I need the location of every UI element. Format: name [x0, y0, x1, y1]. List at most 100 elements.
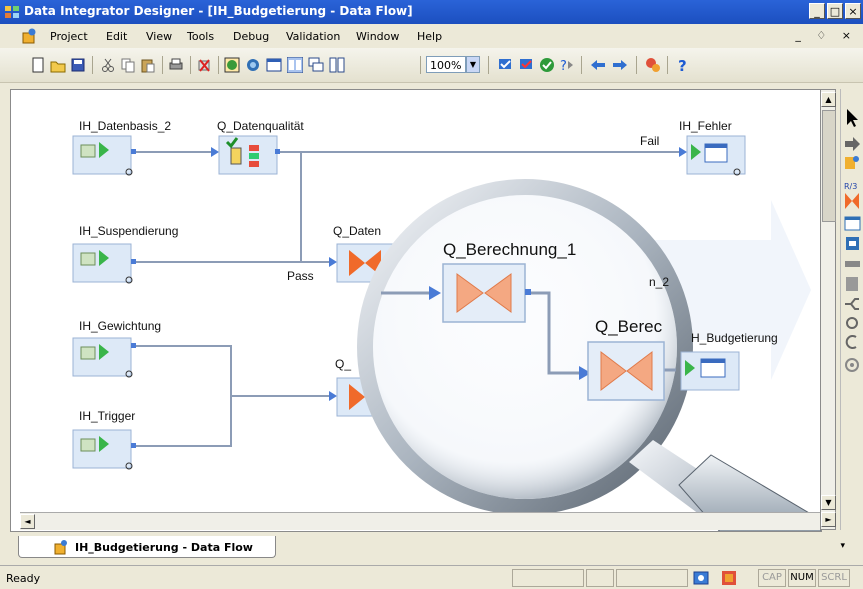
toolbar-separator: [190, 56, 191, 74]
menu-help[interactable]: Help: [417, 30, 442, 43]
app-icon: [5, 6, 19, 18]
minimize-button[interactable]: _: [809, 3, 825, 19]
node-label-gewichtung: IH_Gewichtung: [79, 319, 161, 333]
menu-edit[interactable]: Edit: [106, 30, 127, 43]
validation-node-datenqualitaet[interactable]: [218, 135, 280, 175]
document-icon[interactable]: [20, 27, 38, 45]
window-title: Data Integrator Designer - [IH_Budgetier…: [24, 4, 413, 18]
forward-arrow-icon[interactable]: [612, 57, 628, 73]
toolbar-separator: [636, 56, 637, 74]
paste-icon[interactable]: [140, 57, 156, 73]
node-label-datenbasis: IH_Datenbasis_2: [79, 119, 171, 133]
source-node-datenbasis[interactable]: [72, 135, 136, 176]
tile-icon[interactable]: [329, 57, 345, 73]
toolbar-separator: [162, 56, 163, 74]
r3-tool-icon[interactable]: R/3: [844, 182, 857, 191]
back-arrow-icon[interactable]: [590, 57, 606, 73]
help-icon[interactable]: ?: [675, 57, 691, 73]
svg-text:?: ?: [560, 59, 567, 73]
query-tool-icon[interactable]: [845, 193, 859, 209]
panes-icon[interactable]: [287, 57, 303, 73]
key-tool-icon[interactable]: [845, 261, 860, 267]
link-label-pass: Pass: [287, 269, 314, 283]
menu-project[interactable]: Project: [50, 30, 88, 43]
menu-validation[interactable]: Validation: [286, 30, 340, 43]
horizontal-scrollbar[interactable]: ◄: [20, 512, 820, 530]
note-tool-icon[interactable]: [846, 277, 858, 291]
node-label-q-partial: Q_: [335, 357, 351, 371]
template-tool-icon[interactable]: [846, 237, 859, 250]
toolbar-separator: [92, 56, 93, 74]
menu-view[interactable]: View: [146, 30, 172, 43]
data-flow-canvas[interactable]: Fail Pass IH_Datenbasis_2 Q_Datenqualitä…: [10, 89, 822, 532]
window-icon[interactable]: [266, 57, 282, 73]
open-icon[interactable]: [50, 57, 66, 73]
node-label-q-berec: Q_Berec: [595, 317, 663, 336]
node-label-fehler: IH_Fehler: [679, 119, 732, 133]
cascade-icon[interactable]: [308, 57, 324, 73]
validate-icon[interactable]: [224, 57, 240, 73]
pointer-tool-icon[interactable]: [847, 109, 858, 127]
menu-tools[interactable]: Tools: [187, 30, 214, 43]
source-node-gewichtung[interactable]: [72, 337, 136, 378]
delete-object-icon[interactable]: [196, 57, 212, 73]
check-in-icon[interactable]: [497, 57, 513, 73]
print-icon[interactable]: [168, 57, 184, 73]
monitor-icon[interactable]: [692, 569, 710, 587]
case-tool-icon[interactable]: [845, 298, 859, 310]
menu-debug[interactable]: Debug: [233, 30, 269, 43]
status-panel: [616, 569, 688, 587]
link-label-fail: Fail: [640, 134, 659, 148]
node-label-datenqualitaet: Q_Datenqualität: [217, 119, 304, 133]
maximize-button[interactable]: □: [827, 3, 843, 19]
node-label-trigger: IH_Trigger: [79, 409, 135, 423]
scroll-lock-indicator: SCRL: [818, 569, 850, 587]
validation-tool-icon[interactable]: [845, 335, 857, 349]
close-button[interactable]: ×: [845, 3, 861, 19]
tab-ih-budgetierung[interactable]: IH_Budgetierung - Data Flow: [18, 536, 276, 558]
data-flow-diagram: Fail Pass IH_Datenbasis_2 Q_Datenqualitä…: [72, 119, 821, 531]
new-icon[interactable]: [30, 57, 46, 73]
help-pointer-icon[interactable]: ?: [558, 57, 574, 73]
scroll-up-icon[interactable]: ▲: [821, 92, 836, 107]
source-node-suspendierung[interactable]: [72, 243, 136, 284]
tool-palette: R/3: [840, 89, 863, 530]
toolbar-separator: [218, 56, 219, 74]
zoom-dropdown-icon[interactable]: ▼: [466, 56, 480, 73]
save-all-icon[interactable]: [70, 57, 86, 73]
source-node-trigger[interactable]: [72, 429, 136, 470]
menu-window[interactable]: Window: [356, 30, 399, 43]
mdi-controls[interactable]: _ ♢ ×: [795, 29, 857, 42]
scroll-left-icon[interactable]: ◄: [20, 514, 35, 529]
merge-tool-icon[interactable]: [846, 317, 858, 329]
cut-icon[interactable]: [100, 57, 116, 73]
toolbar-separator: [488, 56, 489, 74]
datastore-icon[interactable]: [245, 57, 261, 73]
tab-menu-icon[interactable]: ▾: [840, 541, 845, 551]
status-text: Ready: [6, 572, 41, 585]
scroll-down-icon[interactable]: ▼: [821, 495, 836, 510]
vertical-scrollbar[interactable]: ▲ ▼ ►: [820, 89, 836, 530]
check-out-icon[interactable]: [518, 57, 534, 73]
target-node-fehler[interactable]: [686, 135, 746, 176]
node-label-q-berechnung-1: Q_Berechnung_1: [443, 240, 576, 259]
repository-icon[interactable]: [720, 569, 738, 587]
zoom-input[interactable]: 100%: [426, 56, 466, 73]
project-tool-icon[interactable]: [845, 156, 859, 169]
status-panel: [512, 569, 584, 587]
num-lock-indicator: NUM: [788, 569, 816, 587]
table-tool-icon[interactable]: [844, 216, 861, 231]
validate-all-icon[interactable]: [539, 57, 555, 73]
script-tool-icon[interactable]: [845, 358, 859, 372]
toolbar-separator: [420, 56, 421, 74]
central-repo-icon[interactable]: [645, 57, 661, 73]
target-node-budgetierung[interactable]: [680, 351, 740, 391]
scroll-right-icon[interactable]: ►: [821, 512, 836, 527]
arrow-tool-icon[interactable]: [845, 137, 860, 151]
vertical-scroll-thumb[interactable]: [822, 110, 836, 222]
svg-text:?: ?: [678, 57, 687, 73]
document-tab-strip: IH_Budgetierung - Data Flow ▾: [0, 533, 863, 563]
status-bar: Ready CAP NUM SCRL: [0, 565, 863, 589]
copy-icon[interactable]: [120, 57, 136, 73]
status-panel: [586, 569, 614, 587]
